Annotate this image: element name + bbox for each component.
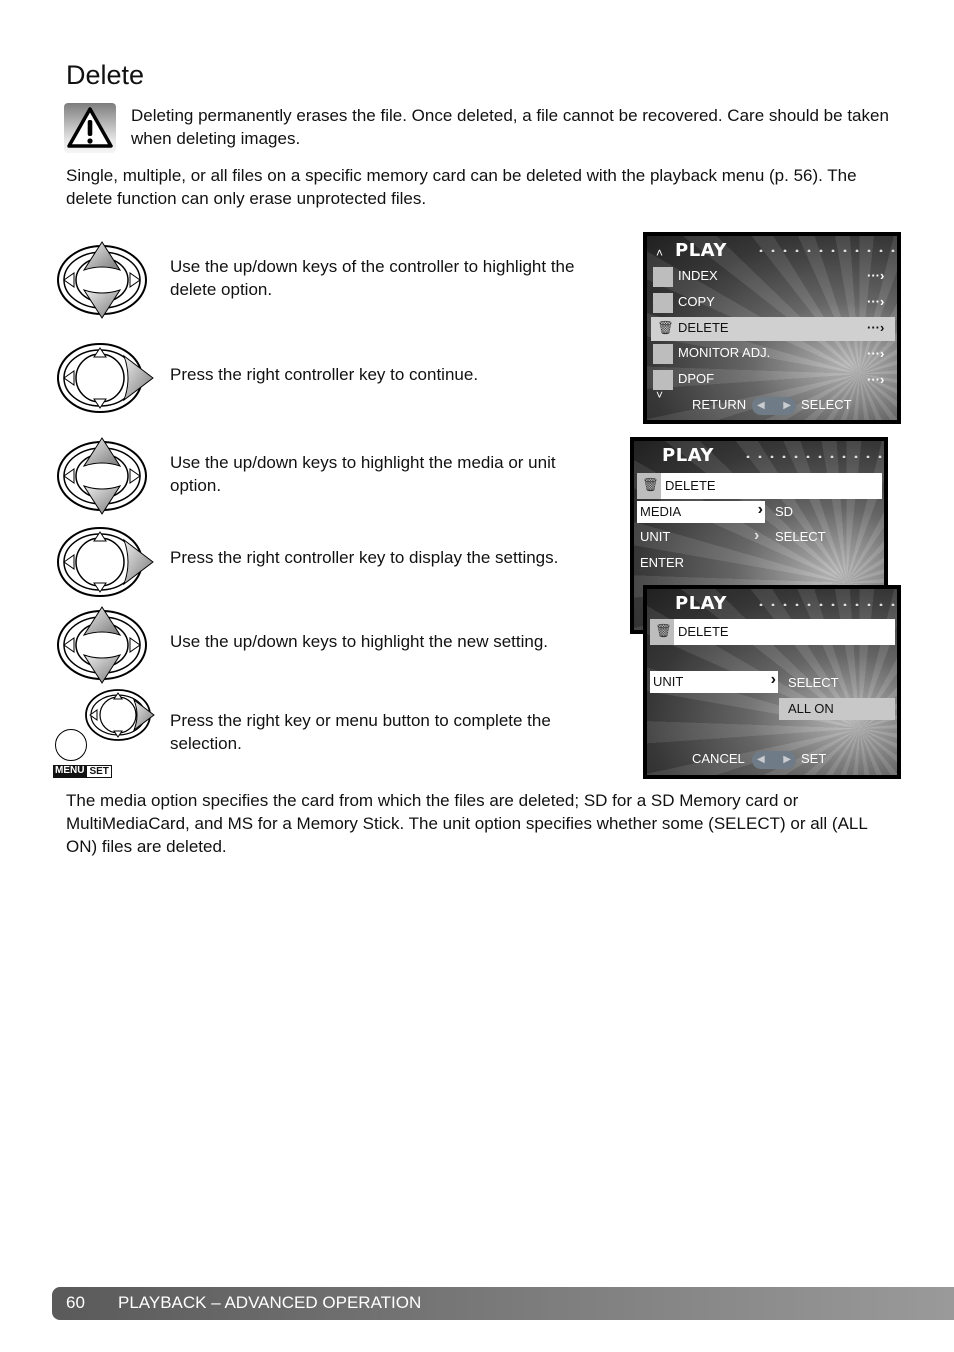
trash-icon: 🗑 (655, 623, 672, 638)
play-header: PLAY (675, 593, 727, 614)
chevron-right-icon: › (770, 671, 776, 688)
return-label: RETURN (692, 397, 747, 412)
controller-pill-icon: ◀ ▶ (752, 397, 796, 415)
copy-icon (653, 293, 673, 313)
trash-icon: 🗑 (642, 477, 659, 492)
controller-right-icon (54, 338, 154, 418)
set-label: SET (86, 765, 112, 778)
submenu-arrow-icon: ···› (867, 320, 885, 335)
trash-icon: 🗑 (657, 320, 674, 335)
page-title: Delete (66, 60, 145, 90)
step-text: Press the right controller key to contin… (170, 365, 479, 384)
step-text: Press the right key or menu button to co… (170, 711, 551, 753)
submenu-arrow-icon: ···› (867, 268, 885, 283)
step-text: Use the up/down keys to highlight the me… (170, 453, 556, 495)
section-title: PLAYBACK – ADVANCED OPERATION (118, 1293, 422, 1312)
cancel-label: CANCEL (692, 751, 745, 766)
option-row-media[interactable]: MEDIA › (637, 501, 765, 523)
menu-item-dpof[interactable]: DPOF (678, 371, 714, 386)
controller-right-menu-icon: MENU SET (52, 688, 162, 780)
menu-item-monitor-adj[interactable]: MONITOR ADJ. (678, 345, 770, 360)
option-row-unit[interactable]: UNIT › (650, 671, 778, 693)
trash-icon-box: 🗑 (637, 473, 661, 499)
option-all-on[interactable]: ALL ON (779, 698, 895, 720)
controller-up-down-icon (54, 605, 154, 685)
menu-item-index[interactable]: INDEX (678, 268, 718, 283)
intro-text: Single, multiple, or all files on a spec… (66, 166, 857, 208)
step-text: Use the up/down keys of the controller t… (170, 257, 575, 299)
controller-up-down-icon (54, 436, 154, 516)
warning-text: Deleting permanently erases the file. On… (131, 106, 889, 148)
set-label: SET (801, 751, 827, 766)
unit-value: SELECT (775, 529, 826, 544)
header-dots (755, 603, 895, 606)
menu-set-label: MENU SET (53, 765, 112, 778)
delete-title-row: DELETE (674, 619, 895, 645)
page-footer: 60 PLAYBACK – ADVANCED OPERATION (52, 1287, 954, 1320)
option-select[interactable]: SELECT (788, 675, 839, 690)
step-text: Press the right controller key to displa… (170, 548, 559, 567)
scroll-down-icon: ˅ (656, 388, 664, 402)
controller-up-down-icon (54, 240, 154, 320)
monitor-adjust-icon (653, 344, 673, 364)
menu-button-icon (55, 729, 87, 761)
select-label: SELECT (801, 397, 852, 412)
submenu-arrow-icon: ···› (867, 294, 885, 309)
index-icon (653, 267, 673, 287)
controller-right-icon (54, 522, 154, 602)
menu-item-delete[interactable]: DELETE (678, 320, 729, 335)
warning-icon (64, 103, 116, 153)
page-number: 60 (66, 1293, 85, 1312)
scroll-up-icon: ˄ (656, 246, 664, 260)
step-text: Use the up/down keys to highlight the ne… (170, 632, 549, 651)
chevron-right-icon: › (757, 501, 763, 518)
chevron-right-icon: › (754, 527, 760, 544)
media-value: SD (775, 504, 794, 519)
play-header: PLAY (675, 240, 727, 261)
camera-screen-play-menu: ˄ PLAY INDEX ···› COPY ···› 🗑 DELETE ···… (643, 232, 901, 424)
camera-screen-unit-setting: PLAY 🗑 DELETE UNIT › SELECT ALL ON CANCE… (643, 585, 901, 779)
submenu-arrow-icon: ···› (867, 372, 885, 387)
header-dots (755, 249, 895, 252)
option-row-unit[interactable]: UNIT (640, 529, 670, 544)
dpof-icon (653, 370, 673, 390)
controller-pill-icon: ◀ ▶ (752, 751, 796, 769)
trash-icon-box: 🗑 (650, 619, 674, 645)
delete-title-row: DELETE (661, 473, 882, 499)
option-row-enter[interactable]: ENTER (640, 555, 684, 570)
header-dots (742, 455, 882, 458)
menu-item-copy[interactable]: COPY (678, 294, 715, 309)
submenu-arrow-icon: ···› (867, 346, 885, 361)
menu-label: MENU (53, 765, 87, 778)
closing-text: The media option specifies the card from… (66, 791, 868, 856)
play-header: PLAY (662, 445, 714, 466)
